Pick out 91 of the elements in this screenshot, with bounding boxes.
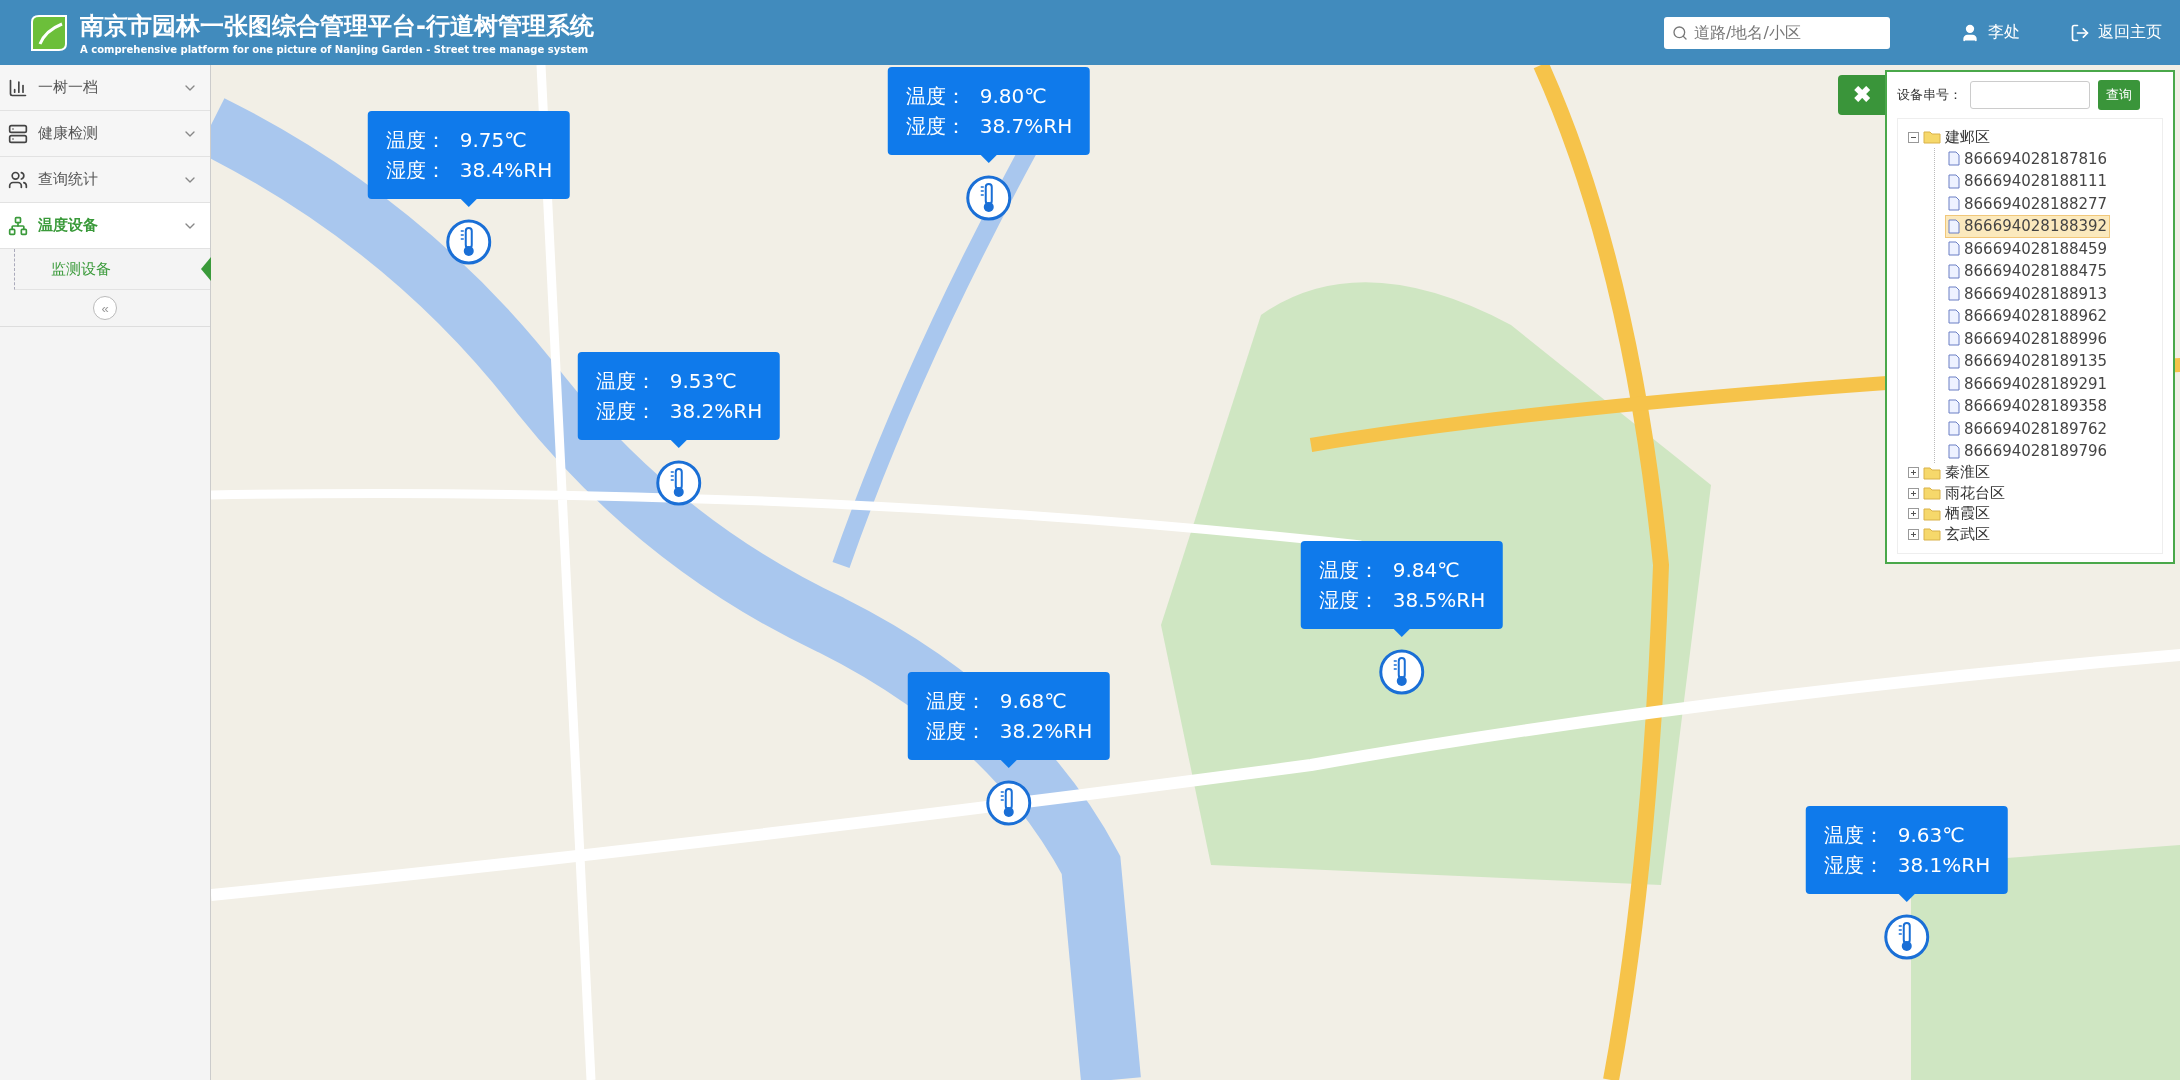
temperature-value: 9.68℃ [999,688,1067,715]
document-icon [1948,263,1960,279]
user-link[interactable]: 李处 [1960,22,2020,43]
tree-device-item[interactable]: 866694028188459 [1945,237,2111,260]
humidity-value: 38.2%RH [669,398,763,425]
thermometer-icon [1379,649,1425,695]
temperature-value: 9.84℃ [1392,557,1460,584]
minus-icon[interactable] [1908,131,1919,143]
app-title: 南京市园林一张图综合管理平台-行道树管理系统 [80,11,594,42]
humidity-label: 湿度： [1823,852,1884,879]
temperature-label: 温度： [385,127,446,154]
close-button[interactable]: ✖ [1838,75,1885,115]
temperature-label: 温度： [905,83,966,110]
tree-device-item[interactable]: 866694028187816 [1945,147,2111,170]
tree-device-item[interactable]: 866694028189762 [1945,417,2111,440]
search-icon [1672,24,1688,41]
logo-icon [28,13,70,52]
humidity-value: 38.7%RH [979,113,1073,140]
folder-icon [1923,527,1941,542]
humidity-value: 38.4%RH [459,157,553,184]
folder-icon [1923,506,1941,521]
document-icon [1948,376,1960,392]
tree-device-item[interactable]: 866694028188996 [1945,327,2111,350]
document-icon [1948,241,1960,257]
query-button[interactable]: 查询 [2098,80,2140,110]
humidity-label: 湿度： [385,157,446,184]
document-icon [1948,151,1960,167]
menu-icon [8,123,28,144]
tree-device-item[interactable]: 866694028188962 [1945,305,2111,328]
folder-icon [1923,130,1941,145]
document-icon [1948,286,1960,302]
tree-device-item[interactable]: 866694028188111 [1945,170,2111,193]
temperature-label: 温度： [1823,822,1884,849]
tree-device-item[interactable]: 866694028189291 [1945,372,2111,395]
folder-icon [1923,465,1941,480]
menu-icon [8,169,28,190]
humidity-value: 38.2%RH [999,718,1093,745]
plus-icon[interactable] [1908,467,1919,479]
user-icon [1960,22,1980,43]
thermometer-icon [446,219,492,265]
serial-label: 设备串号： [1897,86,1962,104]
document-icon [1948,218,1960,234]
folder-icon [1923,486,1941,501]
temperature-value: 9.53℃ [669,368,737,395]
temperature-value: 9.80℃ [979,83,1047,110]
humidity-label: 湿度： [925,718,986,745]
thermometer-icon [1884,914,1930,960]
serial-input[interactable] [1970,81,2090,109]
document-icon [1948,196,1960,212]
app-subtitle: A comprehensive platform for one picture of Nanjing Garden - Street tree manage system [80,44,590,55]
tree-folder-label[interactable]: 建邺区 [1945,127,1990,147]
tree-folder-label[interactable]: 玄武区 [1945,524,1990,544]
tree-device-item[interactable]: 866694028188392 [1945,215,2111,238]
temperature-label: 温度： [595,368,656,395]
document-icon [1948,173,1960,189]
document-icon [1948,331,1960,347]
tree-device-item[interactable]: 866694028188913 [1945,282,2111,305]
home-link[interactable]: 返回主页 [2070,22,2162,43]
humidity-value: 38.1%RH [1897,852,1991,879]
temperature-value: 9.75℃ [459,127,527,154]
humidity-label: 湿度： [595,398,656,425]
document-icon [1948,398,1960,414]
humidity-label: 湿度： [1318,587,1379,614]
temperature-label: 温度： [925,688,986,715]
temperature-label: 温度： [1318,557,1379,584]
document-icon [1948,308,1960,324]
tree-folder-label[interactable]: 栖霞区 [1945,504,1990,524]
tree-device-item[interactable]: 866694028189796 [1945,440,2111,463]
tree-device-item[interactable]: 866694028188475 [1945,260,2111,283]
tree-device-item[interactable]: 866694028188277 [1945,192,2111,215]
document-icon [1948,421,1960,437]
document-icon [1948,443,1960,459]
thermometer-icon [986,780,1032,826]
document-icon [1948,353,1960,369]
humidity-value: 38.5%RH [1392,587,1486,614]
plus-icon[interactable] [1908,508,1919,520]
tree-device-item[interactable]: 866694028189358 [1945,395,2111,418]
tree-folder-label[interactable]: 秦淮区 [1945,463,1990,483]
plus-icon[interactable] [1908,528,1919,540]
tree-device-item[interactable]: 866694028189135 [1945,350,2111,373]
thermometer-icon [656,460,702,506]
sidebar-item[interactable]: 温度设备 [0,203,210,249]
tree-folder-label[interactable]: 雨花台区 [1945,483,2005,503]
plus-icon[interactable] [1908,487,1919,499]
exit-icon [2070,22,2090,43]
humidity-label: 湿度： [905,113,966,140]
search-field[interactable]: 道路/地名/小区 [1664,16,1890,49]
menu-icon [8,215,28,236]
temperature-value: 9.63℃ [1897,822,1965,849]
menu-icon [8,77,28,98]
thermometer-icon [966,175,1012,221]
